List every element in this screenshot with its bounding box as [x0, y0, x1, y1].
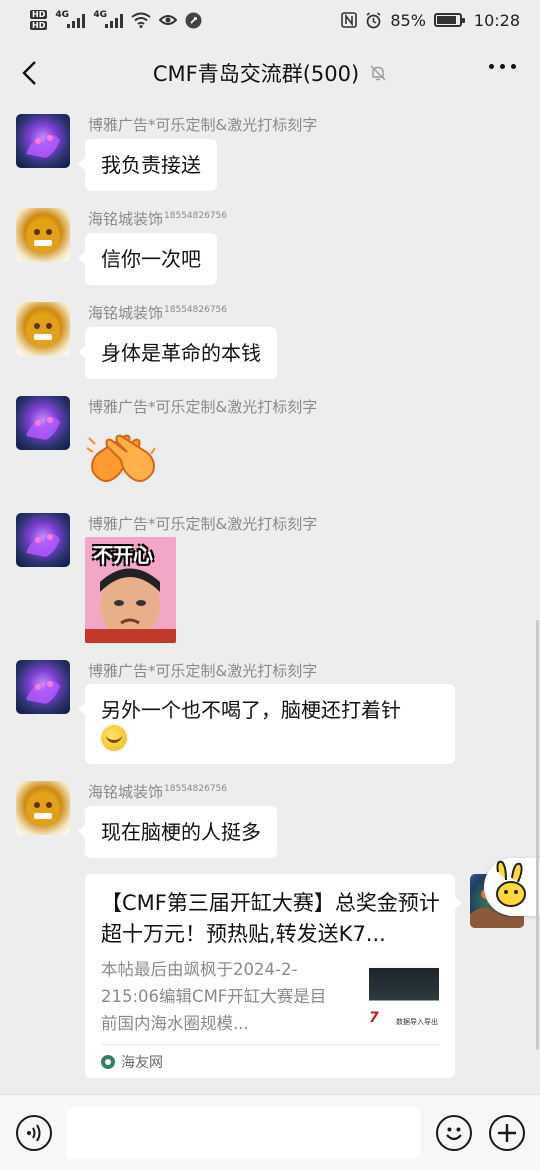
avatar[interactable] [16, 396, 70, 450]
source-name: 海友网 [121, 1055, 163, 1071]
network-label-2: 4G [93, 10, 107, 20]
sender-name: 海铭城装饰18554826756 [88, 304, 228, 322]
battery-percent: 85% [390, 10, 426, 30]
avatar[interactable] [16, 208, 70, 262]
voice-icon [27, 1124, 41, 1142]
card-description: 本帖最后由飒枫于2024-2-215:06编辑CMF开缸大赛是目前国内海水圈规模… [101, 960, 327, 1033]
sender-name: 博雅广告*可乐定制&激光打标刻字 [88, 515, 318, 533]
battery-fill [436, 16, 456, 24]
card-source: 海友网 [101, 1052, 163, 1072]
floating-assistant-button[interactable] [484, 858, 540, 916]
nfc-icon [341, 12, 358, 28]
input-bar [0, 1094, 540, 1170]
status-bar: HD HD 4G 4G 85% 10:28 [0, 0, 540, 40]
mute-bell-icon [370, 65, 386, 81]
unhappy-face-sticker[interactable]: 不开心 [85, 537, 176, 643]
eye-icon [159, 15, 178, 25]
coral-avatar-art [26, 416, 60, 440]
message-bubble[interactable]: 信你一次吧 [78, 233, 217, 285]
add-attachment-button[interactable] [489, 1115, 525, 1151]
lion-avatar-art [26, 219, 60, 253]
more-options-icon[interactable] [489, 64, 516, 69]
app-notification-icon [185, 12, 202, 28]
message-bubble[interactable]: 另外一个也不喝了，脑梗还打着针 [78, 684, 455, 764]
message-bubble[interactable]: 现在脑梗的人挺多 [78, 806, 277, 858]
battery-icon [433, 13, 465, 27]
sender-name: 博雅广告*可乐定制&激光打标刻字 [88, 398, 318, 416]
message-input[interactable] [66, 1107, 420, 1159]
sender-name: 海铭城装饰18554826756 [88, 783, 228, 801]
scrollbar[interactable] [536, 620, 539, 1050]
laughing-tears-emoji-icon [101, 724, 127, 751]
source-app-icon [101, 1055, 115, 1069]
message-text: 另外一个也不喝了，脑梗还打着针 [101, 698, 401, 722]
avatar[interactable] [16, 660, 70, 714]
message-bubble[interactable]: 身体是革命的本钱 [78, 327, 277, 379]
card-thumbnail: 7 数据导入导出 [369, 964, 439, 1030]
message-bubble[interactable]: 我负责接送 [78, 139, 217, 191]
chat-title: CMF青岛交流群(500) [152, 62, 360, 86]
lion-avatar-art [26, 313, 60, 347]
card-title: 【CMF第三届开缸大赛】总奖金预计超十万元！预热贴,转发送K7... [101, 891, 440, 946]
signal-icon-1: 4G [55, 10, 86, 28]
sender-name: 海铭城装饰18554826756 [88, 210, 228, 228]
card-divider [101, 1044, 439, 1045]
lion-avatar-art [26, 792, 60, 826]
wifi-icon [131, 12, 151, 28]
clapping-hands-sticker[interactable] [85, 428, 161, 492]
plus-icon [498, 1124, 516, 1142]
thumb-number: 7 [369, 1010, 379, 1026]
coral-avatar-art [26, 680, 60, 704]
sender-name: 博雅广告*可乐定制&激光打标刻字 [88, 116, 318, 134]
avatar[interactable] [16, 114, 70, 168]
avatar[interactable] [16, 513, 70, 567]
alarm-icon [366, 11, 381, 28]
voice-input-button[interactable] [16, 1115, 52, 1151]
back-arrow-icon[interactable] [18, 58, 42, 88]
network-label-1: 4G [55, 10, 69, 20]
status-right: 85% 10:28 [341, 11, 520, 30]
emoji-button[interactable] [436, 1115, 472, 1151]
sticker-caption: 不开心 [93, 543, 153, 567]
status-left: HD HD 4G 4G [30, 9, 202, 31]
hd-icon: HD HD [30, 10, 48, 30]
smiley-icon [446, 1127, 462, 1141]
coral-avatar-art [26, 134, 60, 158]
avatar[interactable] [16, 781, 70, 835]
coral-avatar-art [26, 533, 60, 557]
signal-icon-2: 4G [93, 10, 124, 28]
chat-title-group[interactable]: CMF青岛交流群(500) [153, 58, 387, 88]
clock: 10:28 [473, 10, 520, 30]
thumb-caption: 数据导入导出 [396, 1018, 438, 1026]
chat-header: CMF青岛交流群(500) [0, 40, 540, 106]
avatar[interactable] [16, 302, 70, 356]
shared-link-card[interactable]: 【CMF第三届开缸大赛】总奖金预计超十万元！预热贴,转发送K7... 本帖最后由… [85, 874, 462, 1078]
bunny-sticker-icon [496, 860, 526, 907]
sender-name: 博雅广告*可乐定制&激光打标刻字 [88, 662, 318, 680]
